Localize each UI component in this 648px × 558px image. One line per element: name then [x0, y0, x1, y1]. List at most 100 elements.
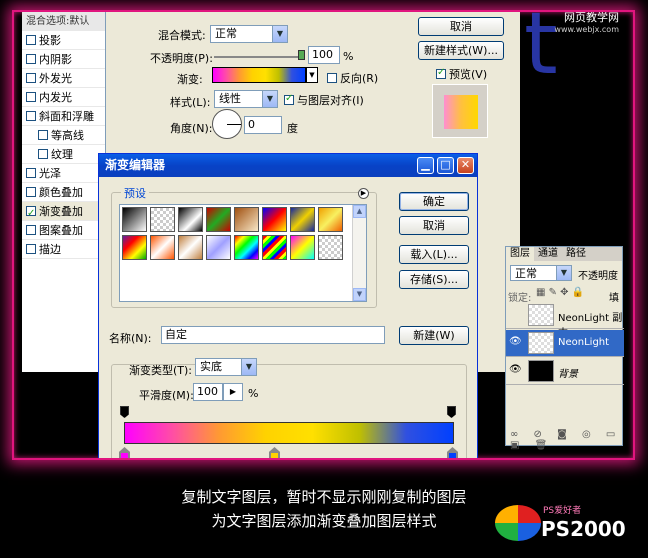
gradient-preset-swatch[interactable]	[178, 207, 203, 232]
opacity-slider-thumb[interactable]	[298, 50, 305, 60]
gradient-preset-swatch[interactable]	[318, 207, 343, 232]
style-item-checkbox[interactable]	[26, 244, 36, 254]
layers-footer-icons[interactable]: ∞ ⊘ ◙ ◎ ▭ ▣ 🗑	[510, 429, 622, 451]
layer-row[interactable]: NeonLight 副本	[506, 302, 624, 339]
angle-input[interactable]: 0	[244, 116, 282, 134]
blend-options-item[interactable]: 混合选项:默认	[22, 12, 105, 31]
tab-channels[interactable]: 通道	[534, 247, 562, 261]
gradient-preset-swatch[interactable]	[262, 207, 287, 232]
name-input[interactable]: 自定	[161, 326, 385, 344]
style-item-label: 纹理	[51, 148, 73, 161]
smoothness-stepper[interactable]: ▶	[223, 383, 243, 401]
gradient-preset-swatch[interactable]	[290, 235, 315, 260]
layer-thumbnail	[528, 332, 554, 354]
watermark-url: www.webjx.com	[554, 25, 619, 34]
style-item[interactable]: 投影	[22, 31, 105, 50]
gradient-preset-swatch[interactable]	[178, 235, 203, 260]
style-item[interactable]: 渐变叠加	[22, 202, 105, 223]
scroll-up-icon[interactable]: ▲	[353, 205, 366, 218]
gradient-type-select[interactable]: 实底 ▼	[195, 358, 257, 376]
style-item-checkbox[interactable]	[38, 149, 48, 159]
new-gradient-button[interactable]: 新建(W)	[399, 326, 469, 345]
style-item-checkbox[interactable]	[26, 204, 36, 223]
gradient-preset-swatch[interactable]	[122, 207, 147, 232]
style-item[interactable]: 描边	[22, 240, 105, 259]
watermark: 网页教学网 www.webjx.com	[554, 12, 619, 36]
gradient-bar[interactable]	[124, 422, 454, 444]
gradient-preset-swatch[interactable]	[150, 235, 175, 260]
new-style-button[interactable]: 新建样式(W)...	[418, 41, 504, 60]
gradient-preview[interactable]	[212, 67, 306, 83]
angle-dial[interactable]	[212, 109, 242, 139]
presets-scrollbar[interactable]: ▲ ▼	[352, 205, 366, 301]
smoothness-unit: %	[248, 387, 259, 400]
style-cancel-button[interactable]: 取消	[418, 17, 504, 36]
style-item[interactable]: 图案叠加	[22, 221, 105, 240]
style-item-checkbox[interactable]	[26, 225, 36, 235]
scroll-down-icon[interactable]: ▼	[353, 288, 366, 301]
cancel-button[interactable]: 取消	[399, 216, 469, 235]
style-item-checkbox[interactable]	[26, 111, 36, 121]
presets-menu-icon[interactable]: ▶	[358, 188, 369, 199]
smoothness-input[interactable]: 100	[193, 383, 223, 401]
layer-thumbnail	[528, 304, 554, 326]
watermark-site: 网页教学网	[564, 11, 619, 24]
gradient-preset-swatch[interactable]	[262, 235, 287, 260]
preview-checkbox[interactable]: 预览(V)	[436, 66, 487, 82]
layer-row-selected[interactable]: 👁 NeonLight	[506, 330, 624, 357]
style-item[interactable]: 内阴影	[22, 50, 105, 69]
gradient-preset-swatch[interactable]	[122, 235, 147, 260]
style-item-label: 投影	[39, 34, 61, 47]
style-item-checkbox[interactable]	[26, 73, 36, 83]
eye-icon[interactable]: 👁	[509, 364, 522, 376]
style-item-checkbox[interactable]	[26, 54, 36, 64]
ok-button[interactable]: 确定	[399, 192, 469, 211]
style-item[interactable]: 纹理	[22, 145, 105, 164]
style-item-checkbox[interactable]	[38, 130, 48, 140]
gradient-type-value: 实底	[200, 360, 222, 373]
gradient-preset-swatch[interactable]	[206, 235, 231, 260]
style-item[interactable]: 内发光	[22, 88, 105, 107]
layer-blend-mode-select[interactable]: 正常 ▼	[510, 265, 572, 281]
tab-paths[interactable]: 路径	[562, 247, 590, 261]
minimize-icon[interactable]: ▁	[417, 157, 434, 174]
load-button[interactable]: 载入(L)...	[399, 245, 469, 264]
chevron-down-icon: ▼	[241, 359, 256, 375]
close-icon[interactable]: ✕	[457, 157, 474, 174]
style-select[interactable]: 线性 ▼	[214, 90, 278, 108]
opacity-slider[interactable]	[214, 56, 302, 58]
style-item[interactable]: 斜面和浮雕	[22, 107, 105, 126]
style-item-checkbox[interactable]	[26, 187, 36, 197]
style-item-checkbox[interactable]	[26, 92, 36, 102]
align-checkbox[interactable]: 与图层对齐(I)	[284, 92, 364, 108]
gradient-preset-swatch[interactable]	[206, 207, 231, 232]
style-label: 样式(L):	[170, 96, 211, 109]
layer-row[interactable]: 👁 背景	[506, 358, 624, 385]
eye-hidden-icon[interactable]	[509, 308, 521, 320]
gradient-preset-swatch[interactable]	[290, 207, 315, 232]
opacity-unit: %	[343, 50, 354, 63]
style-item-checkbox[interactable]	[26, 168, 36, 178]
gradient-preset-swatch[interactable]	[234, 235, 259, 260]
style-item[interactable]: 外发光	[22, 69, 105, 88]
reverse-checkbox[interactable]: 反向(R)	[327, 70, 378, 86]
lock-icons[interactable]: ▦ ✎ ✥ 🔒	[536, 287, 584, 298]
canvas-text: t	[524, 10, 558, 94]
style-item-label: 内阴影	[39, 53, 72, 66]
gradient-preset-swatch[interactable]	[234, 207, 259, 232]
eye-icon[interactable]: 👁	[509, 336, 522, 348]
style-item-checkbox[interactable]	[26, 35, 36, 45]
maximize-icon[interactable]: □	[437, 157, 454, 174]
blend-mode-select[interactable]: 正常 ▼	[210, 25, 288, 43]
style-item[interactable]: 颜色叠加	[22, 183, 105, 202]
gradient-preset-swatch[interactable]	[318, 235, 343, 260]
save-button[interactable]: 存储(S)...	[399, 270, 469, 289]
style-item[interactable]: 光泽	[22, 164, 105, 183]
tab-layers[interactable]: 图层	[506, 247, 534, 261]
style-item-label: 等高线	[51, 129, 84, 142]
gradient-dropdown-button[interactable]: ▼	[306, 67, 318, 83]
preview-label: 预览(V)	[449, 68, 488, 81]
gradient-preset-swatch[interactable]	[150, 207, 175, 232]
opacity-input[interactable]: 100	[308, 46, 340, 64]
style-item[interactable]: 等高线	[22, 126, 105, 145]
